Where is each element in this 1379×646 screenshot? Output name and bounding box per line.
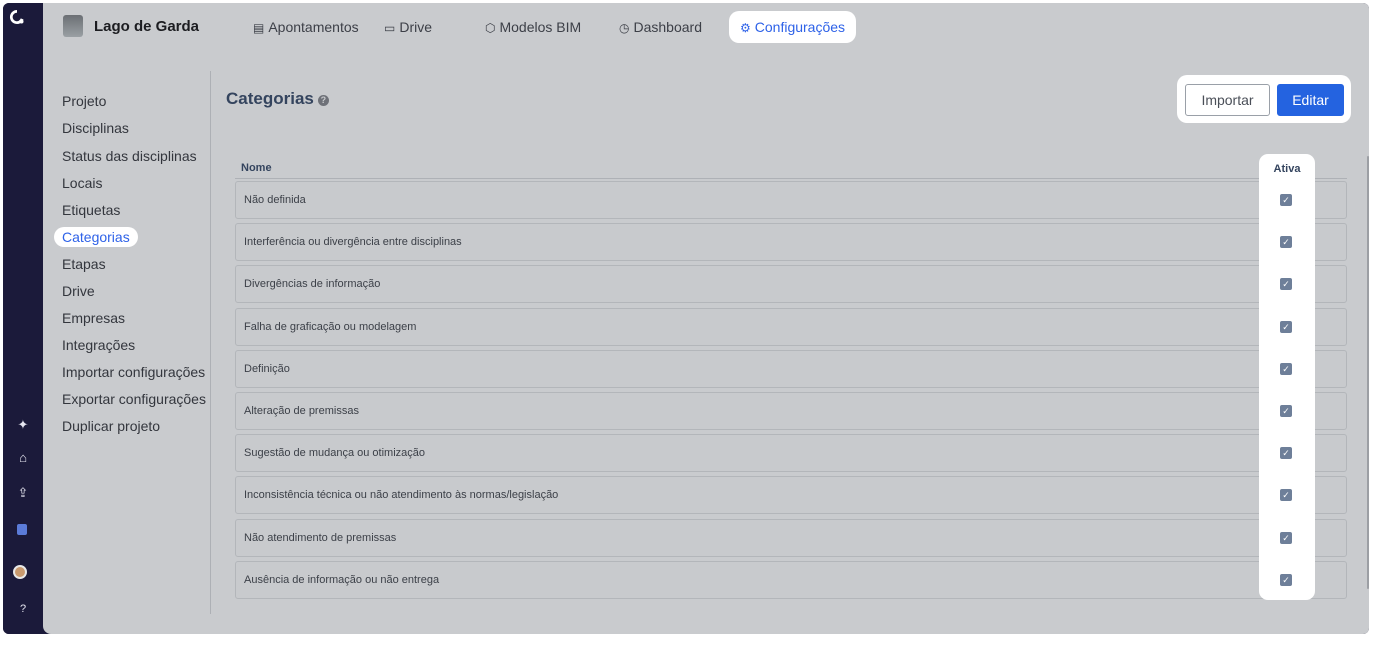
category-name: Ausência de informação ou não entrega	[244, 574, 440, 586]
active-checkbox[interactable]: ✓	[1280, 447, 1292, 459]
sidebar-item-drive[interactable]: Drive	[62, 283, 95, 299]
avatar[interactable]	[13, 565, 27, 579]
category-name: Sugestão de mudança ou otimização	[244, 447, 426, 459]
categories-panel: Categorias? Importar Editar Nome Não def…	[211, 51, 1369, 634]
document-icon: ▤	[253, 21, 265, 35]
active-checkbox[interactable]: ✓	[1280, 532, 1292, 544]
top-navigation: Lago de Garda ▤ Apontamentos ▭ Drive ⬡ Mode…	[43, 3, 1369, 51]
category-name: Divergências de informação	[244, 278, 381, 290]
folder-icon: ▭	[384, 21, 396, 35]
project-thumbnail-icon[interactable]	[17, 524, 27, 535]
sidebar-item-projeto[interactable]: Projeto	[62, 93, 106, 109]
table-row[interactable]: Definição	[235, 350, 1347, 388]
active-checkbox[interactable]: ✓	[1280, 194, 1292, 206]
table-row[interactable]: Não definida	[235, 181, 1347, 219]
gear-icon: ⚙	[740, 21, 751, 35]
active-checkbox[interactable]: ✓	[1280, 405, 1292, 417]
upload-icon[interactable]: ⇪	[3, 485, 43, 501]
scrollbar[interactable]	[1367, 156, 1369, 589]
tab-dashboard[interactable]: ◷ Dashboard	[608, 11, 713, 43]
active-checkbox[interactable]: ✓	[1280, 278, 1292, 290]
column-header-name: Nome	[241, 162, 272, 174]
tab-label: Apontamentos	[268, 19, 359, 35]
home-icon[interactable]: ⌂	[3, 450, 43, 465]
main-area: Projeto Disciplinas Status das disciplin…	[43, 51, 1369, 634]
table-row[interactable]: Falha de graficação ou modelagem	[235, 308, 1347, 346]
sidebar-item-etapas[interactable]: Etapas	[62, 256, 106, 272]
tab-configuracoes[interactable]: ⚙ Configurações	[729, 11, 857, 43]
action-buttons: Importar Editar	[1177, 75, 1351, 123]
category-name: Interferência ou divergência entre disci…	[244, 236, 462, 248]
tab-label: Modelos BIM	[499, 19, 582, 35]
table-row[interactable]: Divergências de informação	[235, 265, 1347, 303]
category-name: Falha de graficação ou modelagem	[244, 321, 417, 333]
category-name: Não atendimento de premissas	[244, 532, 397, 544]
table-row[interactable]: Sugestão de mudança ou otimização	[235, 434, 1347, 472]
table-row[interactable]: Não atendimento de premissas	[235, 519, 1347, 557]
app-logo-icon[interactable]	[8, 8, 26, 26]
sidebar-item-duplicar-projeto[interactable]: Duplicar projeto	[62, 418, 160, 434]
help-icon[interactable]: ?	[317, 95, 329, 106]
project-thumbnail	[63, 15, 83, 37]
column-header-active: Ativa	[1273, 163, 1301, 175]
tab-drive[interactable]: ▭ Drive	[373, 11, 443, 43]
category-name: Alteração de premissas	[244, 405, 359, 417]
edit-button[interactable]: Editar	[1277, 84, 1344, 116]
project-selector[interactable]: Lago de Garda	[63, 15, 199, 37]
tab-label: Configurações	[754, 19, 846, 35]
table-row[interactable]: Alteração de premissas	[235, 392, 1347, 430]
active-checkbox[interactable]: ✓	[1280, 236, 1292, 248]
tab-label: Drive	[399, 19, 433, 35]
sidebar-item-empresas[interactable]: Empresas	[62, 310, 125, 326]
active-checkbox[interactable]: ✓	[1280, 574, 1292, 586]
help-icon[interactable]: ?	[3, 603, 43, 615]
header-rule	[235, 178, 1347, 179]
sidebar-item-exportar-configuracoes[interactable]: Exportar configurações	[62, 391, 206, 407]
category-name: Definição	[244, 363, 290, 375]
active-checkbox[interactable]: ✓	[1280, 321, 1292, 333]
active-checkbox[interactable]: ✓	[1280, 489, 1292, 501]
pie-chart-icon: ◷	[619, 21, 630, 35]
category-name: Inconsistência técnica ou não atendiment…	[244, 489, 559, 501]
tab-modelos-bim[interactable]: ⬡ Modelos BIM	[474, 11, 592, 43]
sparkle-icon[interactable]: ✦	[3, 417, 43, 433]
active-checkbox[interactable]: ✓	[1280, 363, 1292, 375]
project-name: Lago de Garda	[94, 17, 200, 35]
sidebar-item-categorias[interactable]: Categorias	[54, 227, 138, 247]
sidebar-item-disciplinas[interactable]: Disciplinas	[62, 120, 129, 136]
table-row[interactable]: Ausência de informação ou não entrega	[235, 561, 1347, 599]
import-button[interactable]: Importar	[1185, 84, 1270, 116]
sidebar-item-locais[interactable]: Locais	[62, 175, 102, 191]
app-window: ✦ ⌂ ⇪ ? Lago de Garda ▤ Apontamentos ▭ Dri…	[3, 3, 1369, 634]
tab-apontamentos[interactable]: ▤ Apontamentos	[242, 11, 370, 43]
tab-label: Dashboard	[633, 19, 702, 35]
sidebar-item-etiquetas[interactable]: Etiquetas	[62, 202, 120, 218]
icon-rail: ✦ ⌂ ⇪ ?	[3, 3, 43, 634]
page-title-text: Categorias	[226, 89, 314, 108]
table-row[interactable]: Interferência ou divergência entre disci…	[235, 223, 1347, 261]
sidebar-item-importar-configuracoes[interactable]: Importar configurações	[62, 364, 205, 380]
sidebar-item-integracoes[interactable]: Integrações	[62, 337, 135, 353]
table-row[interactable]: Inconsistência técnica ou não atendiment…	[235, 476, 1347, 514]
category-name: Não definida	[244, 194, 306, 206]
cube-icon: ⬡	[485, 21, 496, 35]
sidebar-item-status-disciplinas[interactable]: Status das disciplinas	[62, 148, 197, 164]
page-title: Categorias?	[226, 89, 329, 109]
table-header: Nome	[235, 162, 1347, 180]
